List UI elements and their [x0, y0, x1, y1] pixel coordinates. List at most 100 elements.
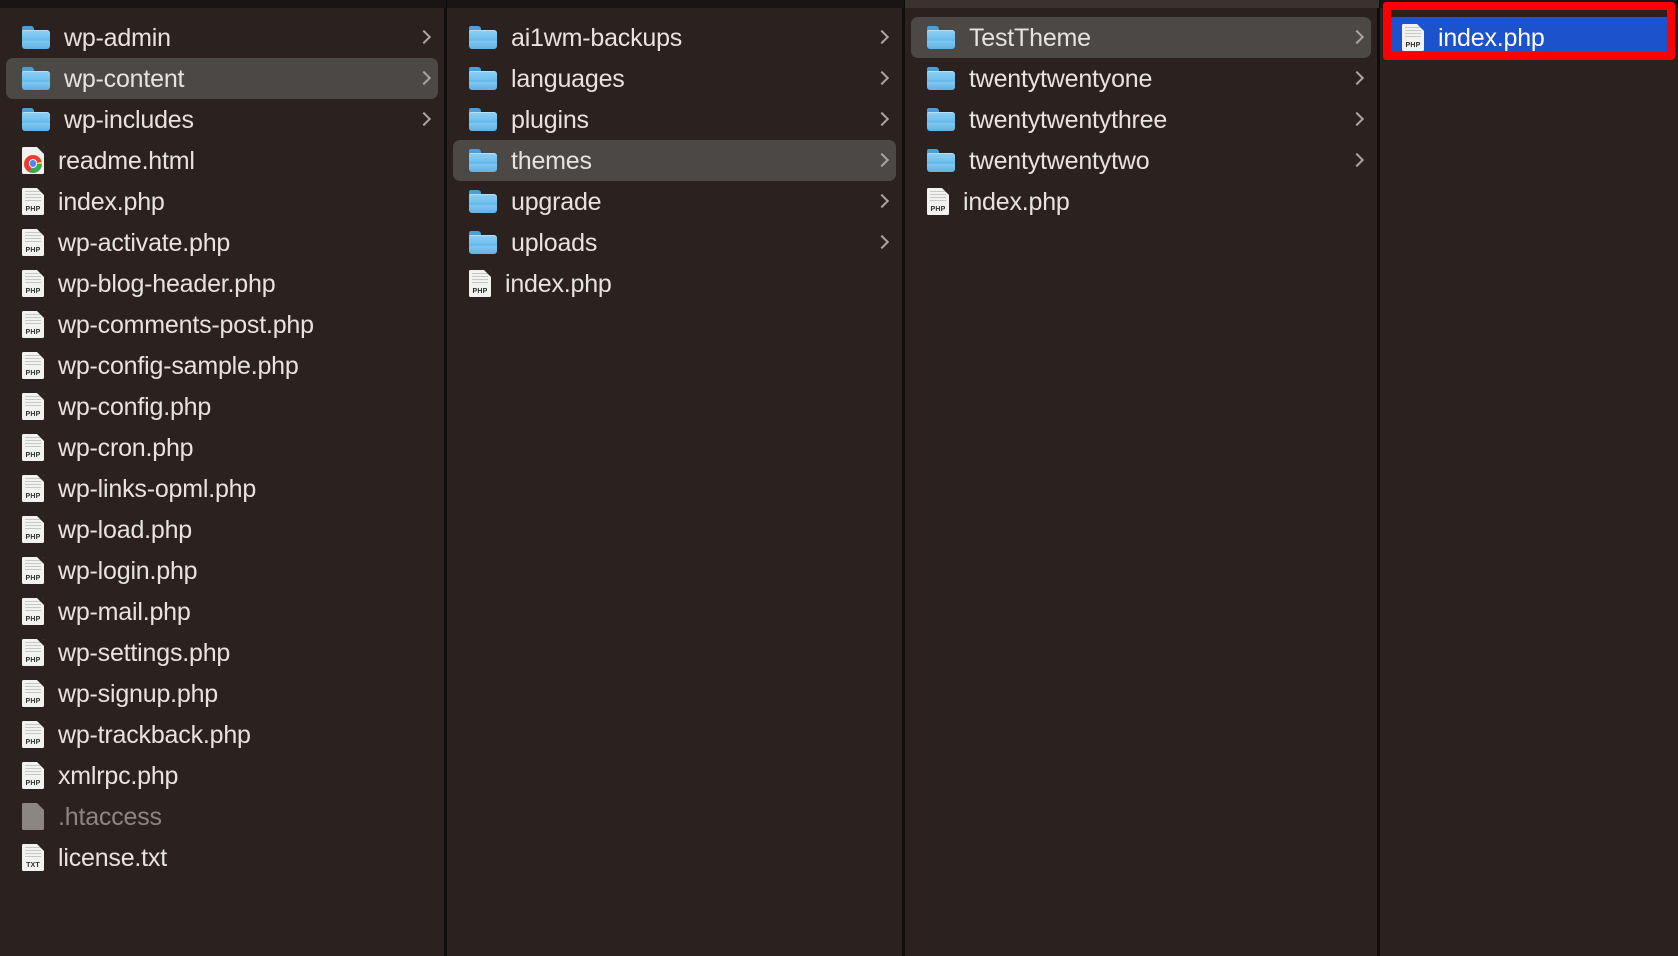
file-extension-badge: PHP [25, 287, 41, 295]
folder-icon [22, 26, 50, 49]
chevron-right-icon [418, 438, 432, 458]
chevron-right-icon [1652, 28, 1666, 48]
file-row[interactable]: PHP index.php [6, 181, 438, 222]
file-row[interactable]: PHP wp-comments-post.php [6, 304, 438, 345]
folder-name-label: TestTheme [969, 23, 1091, 52]
folder-icon [22, 67, 50, 90]
chevron-right-icon[interactable] [418, 28, 432, 48]
folder-row[interactable]: plugins [453, 99, 896, 140]
chevron-right-icon[interactable] [418, 69, 432, 89]
folder-name-label: uploads [511, 228, 598, 257]
chevron-right-icon [418, 643, 432, 663]
php-file-icon: PHP [22, 516, 44, 543]
chevron-right-icon[interactable] [1351, 151, 1365, 171]
chevron-right-icon[interactable] [1351, 110, 1365, 130]
file-row[interactable]: PHP wp-mail.php [6, 591, 438, 632]
folder-name-label: upgrade [511, 187, 602, 216]
file-row[interactable]: TXT license.txt [6, 837, 438, 878]
folder-row[interactable]: wp-content [6, 58, 438, 99]
file-extension-badge: PHP [25, 328, 41, 336]
file-name-label: wp-settings.php [58, 638, 231, 667]
chevron-right-icon[interactable] [876, 192, 890, 212]
file-row[interactable]: PHP wp-trackback.php [6, 714, 438, 755]
php-file-icon: PHP [22, 311, 44, 338]
finder-column-themes: TestTheme twentytwentyone twentytwentythre… [905, 8, 1380, 956]
gutter-segment-2 [447, 0, 905, 8]
file-row[interactable]: PHP index.php [911, 181, 1371, 222]
folder-row[interactable]: TestTheme [911, 17, 1371, 58]
chevron-right-icon[interactable] [418, 110, 432, 130]
php-file-icon: PHP [469, 270, 491, 297]
chevron-right-icon[interactable] [1351, 28, 1365, 48]
file-row[interactable]: PHP wp-signup.php [6, 673, 438, 714]
php-file-icon: PHP [22, 393, 44, 420]
folder-name-label: wp-includes [64, 105, 194, 134]
php-file-icon: PHP [22, 270, 44, 297]
chevron-right-icon[interactable] [876, 151, 890, 171]
chevron-right-icon[interactable] [876, 110, 890, 130]
file-extension-badge: PHP [25, 410, 41, 418]
php-file-icon: PHP [22, 598, 44, 625]
file-row[interactable]: PHP wp-settings.php [6, 632, 438, 673]
file-row[interactable]: PHP index.php [1386, 17, 1672, 58]
folder-row[interactable]: ai1wm-backups [453, 17, 896, 58]
gutter-segment-3[interactable] [905, 0, 1380, 8]
folder-row[interactable]: twentytwentytwo [911, 140, 1371, 181]
folder-row[interactable]: uploads [453, 222, 896, 263]
finder-column-view: wp-admin wp-content wp-includes readme.html… [0, 0, 1678, 956]
chevron-right-icon[interactable] [1351, 69, 1365, 89]
file-extension-badge: PHP [25, 451, 41, 459]
file-name-label: wp-cron.php [58, 433, 194, 462]
file-row[interactable]: readme.html [6, 140, 438, 181]
file-extension-badge: PHP [25, 574, 41, 582]
chevron-right-icon[interactable] [876, 69, 890, 89]
file-row[interactable]: PHP wp-login.php [6, 550, 438, 591]
file-row[interactable]: PHP wp-activate.php [6, 222, 438, 263]
folder-icon [927, 67, 955, 90]
chevron-right-icon[interactable] [876, 233, 890, 253]
folder-row[interactable]: upgrade [453, 181, 896, 222]
chevron-right-icon [1351, 192, 1365, 212]
file-row[interactable]: PHP wp-cron.php [6, 427, 438, 468]
finder-column-wordpress-root: wp-admin wp-content wp-includes readme.html… [0, 8, 447, 956]
file-row[interactable]: PHP wp-config-sample.php [6, 345, 438, 386]
folder-name-label: twentytwentyone [969, 64, 1153, 93]
folder-row[interactable]: languages [453, 58, 896, 99]
folder-icon [927, 26, 955, 49]
folder-row[interactable]: twentytwentythree [911, 99, 1371, 140]
file-row[interactable]: PHP xmlrpc.php [6, 755, 438, 796]
file-row[interactable]: PHP wp-links-opml.php [6, 468, 438, 509]
file-name-label: readme.html [58, 146, 195, 175]
folder-row[interactable]: wp-admin [6, 17, 438, 58]
file-extension-badge: PHP [25, 697, 41, 705]
file-extension-badge: PHP [25, 205, 41, 213]
file-row[interactable]: PHP wp-blog-header.php [6, 263, 438, 304]
folder-icon [927, 149, 955, 172]
folder-row[interactable]: wp-includes [6, 99, 438, 140]
chevron-right-icon[interactable] [876, 28, 890, 48]
chevron-right-icon [876, 274, 890, 294]
php-file-icon: PHP [22, 352, 44, 379]
folder-icon [469, 231, 497, 254]
php-file-icon: PHP [22, 639, 44, 666]
file-row[interactable]: PHP wp-load.php [6, 509, 438, 550]
php-file-icon: PHP [22, 557, 44, 584]
file-name-label: wp-login.php [58, 556, 198, 585]
folder-name-label: themes [511, 146, 592, 175]
file-name-label: wp-links-opml.php [58, 474, 257, 503]
folder-icon [469, 108, 497, 131]
file-name-label: wp-load.php [58, 515, 193, 544]
file-row[interactable]: PHP index.php [453, 263, 896, 304]
file-extension-badge: TXT [26, 861, 40, 869]
php-file-icon: PHP [22, 762, 44, 789]
file-row[interactable]: PHP wp-config.php [6, 386, 438, 427]
folder-row[interactable]: themes [453, 140, 896, 181]
file-row[interactable]: .htaccess [6, 796, 438, 837]
file-extension-badge: PHP [25, 492, 41, 500]
window-top-gutter [0, 0, 1678, 8]
folder-row[interactable]: twentytwentyone [911, 58, 1371, 99]
blank-file-icon [22, 803, 44, 830]
php-file-icon: PHP [22, 229, 44, 256]
folder-icon [469, 149, 497, 172]
file-name-label: wp-config-sample.php [58, 351, 299, 380]
